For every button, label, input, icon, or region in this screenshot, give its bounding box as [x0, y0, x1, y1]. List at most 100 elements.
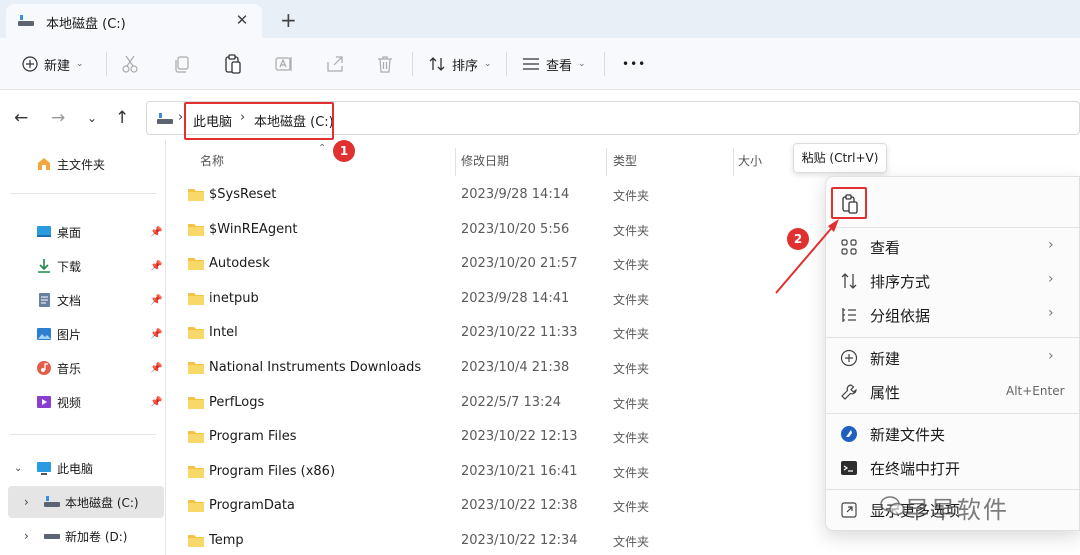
recent-chevron-icon[interactable]: ⌄ [87, 111, 97, 125]
plus-circle-icon [840, 349, 858, 367]
table-row[interactable]: Program Files 2023/10/22 12:13 文件夹 [168, 421, 808, 455]
file-type: 文件夹 [613, 189, 650, 203]
file-type: 文件夹 [613, 292, 650, 307]
column-separator [455, 148, 456, 176]
sidebar-item-label: 视频 [57, 395, 82, 410]
forward-button[interactable]: → [51, 108, 65, 128]
sidebar-item-new-volume[interactable]: › 新加卷 (D:) [0, 520, 164, 552]
divider [106, 52, 107, 76]
sort-button[interactable]: 排序 ⌄ [428, 52, 492, 76]
paste-icon[interactable] [223, 54, 243, 74]
sidebar-item-downloads[interactable]: 下载 📌 [0, 250, 164, 282]
sidebar-item-music[interactable]: 音乐 📌 [0, 352, 164, 384]
file-type: 文件夹 [613, 327, 650, 342]
sidebar-item-label: 桌面 [57, 225, 82, 240]
table-row[interactable]: Autodesk 2023/10/20 21:57 文件夹 [168, 248, 808, 282]
sidebar-item-label: 文档 [57, 293, 82, 308]
file-name: $SysReset [209, 187, 277, 202]
folder-icon [188, 189, 204, 201]
file-modified-date: 2023/10/22 12:13 [461, 429, 578, 445]
folder-icon [188, 362, 204, 374]
new-button-label: 新建 [44, 58, 71, 74]
column-header-size[interactable]: 大小 [738, 152, 762, 169]
copy-icon[interactable] [172, 54, 192, 74]
table-row[interactable]: Intel 2023/10/22 11:33 文件夹 [168, 317, 808, 351]
tab-local-disk[interactable]: 本地磁盘 (C:) ✕ [6, 4, 262, 38]
delete-icon[interactable] [375, 54, 395, 74]
view-button[interactable]: 查看 ⌄ [522, 52, 586, 76]
menu-item-view[interactable]: 查看 › [826, 230, 1080, 264]
file-name: Temp [209, 533, 244, 548]
table-row[interactable]: PerfLogs 2022/5/7 13:24 文件夹 [168, 387, 808, 421]
menu-item-new-folder[interactable]: 新建文件夹 [826, 417, 1080, 451]
table-row[interactable]: National Instruments Downloads 2023/10/4 … [168, 352, 808, 386]
file-type: 文件夹 [613, 223, 650, 238]
submenu-arrow-icon: › [1048, 348, 1054, 364]
column-header-type[interactable]: 类型 [613, 152, 637, 169]
keyboard-shortcut: Alt+Enter [1006, 384, 1065, 398]
share-icon[interactable] [325, 54, 345, 74]
back-button[interactable]: ← [14, 108, 28, 128]
file-modified-date: 2023/10/22 11:33 [461, 325, 578, 341]
menu-item-group-by[interactable]: 分组依据 › [826, 298, 1080, 332]
expand-chevron-icon[interactable]: › [24, 529, 29, 543]
table-row[interactable]: Program Files (x86) 2023/10/21 16:41 文件夹 [168, 456, 808, 490]
menu-item-new[interactable]: 新建 › [826, 341, 1080, 375]
sort-ascending-icon: ⌃ [318, 143, 327, 154]
plus-circle-icon [22, 56, 38, 72]
sort-icon [429, 57, 445, 71]
drive-icon [18, 15, 34, 26]
desktop-icon [37, 226, 51, 237]
up-button[interactable]: ↑ [115, 108, 129, 128]
sort-button-label: 排序 [452, 58, 479, 74]
sidebar-item-local-disk[interactable]: › 本地磁盘 (C:) [8, 486, 164, 518]
sidebar-item-videos[interactable]: 视频 📌 [0, 386, 164, 418]
folder-icon [188, 223, 204, 236]
folder-icon [188, 431, 204, 444]
tab-bar: 本地磁盘 (C:) ✕ + [0, 0, 1080, 38]
menu-item-sort[interactable]: 排序方式 › [826, 264, 1080, 298]
sidebar-item-label: 音乐 [57, 361, 82, 376]
pin-icon: 📌 [150, 396, 163, 408]
tab-close-button[interactable]: ✕ [232, 10, 252, 30]
drive-icon [44, 496, 60, 507]
rename-icon[interactable] [274, 54, 294, 74]
sidebar-item-this-pc[interactable]: ⌄ 此电脑 [0, 452, 164, 484]
table-row[interactable]: $WinREAgent 2023/10/20 5:56 文件夹 [168, 214, 808, 248]
file-name: Program Files [209, 429, 297, 445]
menu-item-label: 分组依据 [870, 307, 931, 325]
pin-icon: 📌 [150, 294, 163, 306]
cut-icon[interactable] [120, 54, 140, 74]
expand-chevron-icon[interactable]: › [24, 495, 29, 509]
table-row[interactable]: ProgramData 2023/10/22 12:38 文件夹 [168, 490, 808, 524]
more-options-button[interactable]: ••• [622, 52, 646, 76]
file-name: PerfLogs [209, 394, 265, 410]
sidebar-item-label: 此电脑 [57, 461, 94, 476]
table-row[interactable]: Temp 2023/10/22 12:34 文件夹 [168, 525, 808, 555]
sidebar-item-documents[interactable]: 文档 📌 [0, 284, 164, 316]
column-header-modified[interactable]: 修改日期 [461, 152, 509, 169]
sidebar-item-desktop[interactable]: 桌面 📌 [0, 216, 164, 248]
sidebar-item-home[interactable]: 主文件夹 [0, 148, 164, 180]
column-header-name[interactable]: 名称 [200, 152, 224, 169]
new-tab-button[interactable]: + [280, 8, 297, 32]
menu-divider [826, 337, 1080, 338]
drive-icon [44, 534, 60, 539]
terminal-icon [841, 461, 857, 475]
file-modified-date: 2023/10/21 16:41 [461, 463, 578, 479]
file-modified-date: 2023/10/20 5:56 [461, 221, 570, 237]
context-paste-button[interactable] [831, 187, 867, 219]
table-row[interactable]: inetpub 2023/9/28 14:41 文件夹 [168, 283, 808, 317]
view-button-label: 查看 [546, 58, 573, 74]
context-menu: 查看 › 排序方式 › 分组依据 › 新建 › 属性 Alt+Enter 新建文… [825, 176, 1080, 531]
expand-chevron-icon[interactable]: ⌄ [14, 463, 22, 474]
new-button[interactable]: 新建 ⌄ [22, 52, 84, 76]
sidebar-item-pictures[interactable]: 图片 📌 [0, 318, 164, 350]
table-row[interactable]: $SysReset 2023/9/28 14:14 文件夹 [168, 179, 808, 213]
menu-item-open-terminal[interactable]: 在终端中打开 [826, 451, 1080, 485]
step-badge: 1 [333, 140, 355, 162]
folder-icon [188, 292, 204, 305]
menu-item-properties[interactable]: 属性 Alt+Enter [826, 375, 1080, 409]
pin-icon: 📌 [150, 226, 163, 238]
folder-icon [188, 500, 204, 513]
